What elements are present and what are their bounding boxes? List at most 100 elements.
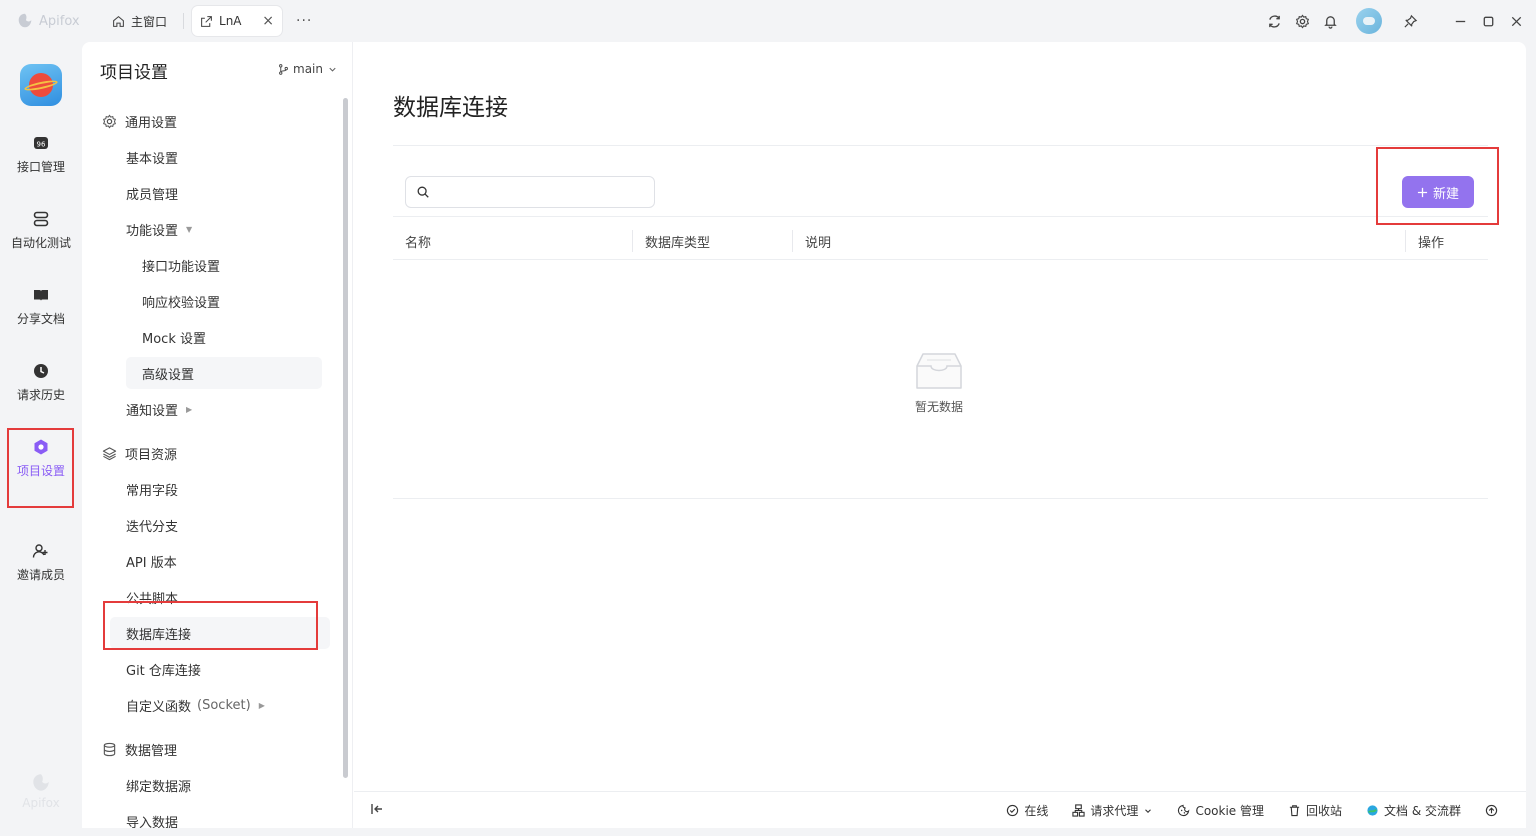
menu-item-mock[interactable]: Mock 设置 <box>142 321 206 353</box>
tab-close-icon[interactable]: × <box>262 13 274 29</box>
nav-footer-label: Apifox <box>22 796 60 810</box>
menu-item-iteration-branch[interactable]: 迭代分支 <box>126 509 178 541</box>
menu-item-api-version[interactable]: API 版本 <box>126 545 177 577</box>
nav-item-share-docs[interactable]: 分享文档 <box>0 286 82 327</box>
pin-icon[interactable] <box>1396 7 1424 35</box>
column-separator[interactable] <box>792 230 793 252</box>
content-panel: 项目设置 main 通用设置 基本设置 成员管理 功能设置 ▼ 接口功能设置 响应… <box>82 42 1526 828</box>
collapse-sidebar-icon[interactable] <box>370 802 384 816</box>
close-icon[interactable] <box>1502 7 1530 35</box>
arrow-up-circle-icon <box>1485 804 1498 817</box>
menu-item-common-fields[interactable]: 常用字段 <box>126 473 178 505</box>
group-label: 项目资源 <box>125 448 178 463</box>
nav-item-automation[interactable]: 自动化测试 <box>0 210 82 251</box>
apifox-logo-icon <box>18 13 32 28</box>
clock-icon <box>34 364 48 378</box>
layers-icon <box>102 447 117 461</box>
status-cookie[interactable]: Cookie 管理 <box>1177 802 1264 819</box>
maximize-icon[interactable] <box>1474 7 1502 35</box>
check-circle-icon <box>1007 804 1019 817</box>
menu-item-api-features[interactable]: 接口功能设置 <box>142 249 220 281</box>
avatar[interactable] <box>1356 8 1382 34</box>
nav-item-label: 邀请成员 <box>16 568 65 582</box>
menu-item-bind-datasource[interactable]: 绑定数据源 <box>126 769 191 801</box>
menu-item-label: 成员管理 <box>126 187 179 203</box>
menu-item-label: 接口功能设置 <box>142 259 221 275</box>
status-upload[interactable] <box>1485 804 1498 817</box>
window-controls <box>1260 0 1536 42</box>
divider <box>393 498 1488 499</box>
search-icon <box>417 186 429 198</box>
column-separator[interactable] <box>632 230 633 252</box>
annotation-box-menu <box>103 601 318 650</box>
column-header-description: 说明 <box>805 236 832 251</box>
invite-user-icon <box>32 544 48 558</box>
settings-scrollbar[interactable] <box>343 98 348 778</box>
menu-item-members[interactable]: 成员管理 <box>126 177 178 209</box>
nav-item-label: 请求历史 <box>16 388 65 402</box>
menu-item-label: 绑定数据源 <box>126 779 192 795</box>
status-proxy[interactable]: 请求代理 <box>1072 802 1153 819</box>
column-header-name: 名称 <box>405 236 432 251</box>
search-box[interactable] <box>405 176 655 208</box>
menu-item-advanced[interactable]: 高级设置 <box>126 357 322 389</box>
branch-selector[interactable]: main <box>278 62 338 76</box>
tab-more-icon[interactable]: ··· <box>296 13 312 29</box>
column-header-db-type: 数据库类型 <box>645 236 711 251</box>
page-title: 数据库连接 <box>393 95 508 121</box>
nav-footer-brand: Apifox <box>0 772 82 810</box>
menu-item-response-validation[interactable]: 响应校验设置 <box>142 285 220 317</box>
menu-item-label: 通知设置 <box>126 403 179 419</box>
annotation-box-nav <box>7 428 74 508</box>
nav-item-api[interactable]: 96 接口管理 <box>0 134 82 175</box>
menu-item-git-connection[interactable]: Git 仓库连接 <box>126 653 201 685</box>
menu-item-basic[interactable]: 基本设置 <box>126 141 178 173</box>
minimize-icon[interactable] <box>1446 7 1474 35</box>
menu-item-custom-functions[interactable]: 自定义函数 (Socket) ▶ <box>126 689 265 721</box>
group-label: 通用设置 <box>125 116 178 131</box>
tab-home[interactable]: 主窗口 <box>104 6 175 36</box>
apifox-logo-icon <box>33 774 49 791</box>
git-branch-icon <box>279 63 288 75</box>
tab-project[interactable]: LnA × <box>192 6 283 36</box>
menu-item-import-data[interactable]: 导入数据 <box>126 805 178 829</box>
refresh-icon[interactable] <box>1260 7 1288 35</box>
divider <box>393 216 1488 217</box>
group-resources: 项目资源 <box>102 444 177 463</box>
status-recycle[interactable]: 回收站 <box>1288 802 1342 819</box>
bell-icon[interactable] <box>1316 7 1344 35</box>
expand-down-icon: ▼ <box>186 224 193 234</box>
status-docs[interactable]: 文档 & 交流群 <box>1366 802 1461 819</box>
empty-state: 暂无数据 <box>904 350 974 415</box>
status-online[interactable]: 在线 <box>1006 802 1048 819</box>
status-bar: 在线 请求代理 Cookie 管理 回收站 文档 & 交流群 <box>354 791 1526 828</box>
menu-item-label: 常用字段 <box>126 483 179 499</box>
api-icon: 96 <box>34 137 48 149</box>
settings-icon[interactable] <box>1288 7 1316 35</box>
group-data-management: 数据管理 <box>102 740 177 759</box>
divider <box>393 259 1488 260</box>
menu-item-label: API 版本 <box>126 555 177 571</box>
nav-item-label: 自动化测试 <box>10 236 71 250</box>
proxy-icon <box>1072 804 1086 817</box>
divider <box>393 145 1488 146</box>
main-content: 数据库连接 新建 名称 数据库类型 说明 操作 暂无数据 在线 请求代理 Coo… <box>354 42 1526 828</box>
tab-project-label: LnA <box>219 14 242 28</box>
status-label: 在线 <box>1024 804 1049 818</box>
menu-item-notifications[interactable]: 通知设置 ▶ <box>126 393 192 425</box>
menu-item-label: 高级设置 <box>142 367 195 383</box>
chevron-down-icon <box>329 67 336 72</box>
nav-item-invite[interactable]: 邀请成员 <box>0 542 82 583</box>
home-icon <box>113 15 124 27</box>
search-input[interactable] <box>438 184 654 200</box>
chevron-down-icon <box>1145 808 1152 813</box>
nav-item-history[interactable]: 请求历史 <box>0 362 82 403</box>
project-logo[interactable] <box>20 64 62 106</box>
brand-name: Apifox <box>39 13 80 29</box>
status-label: Cookie 管理 <box>1195 804 1264 818</box>
column-separator[interactable] <box>1405 230 1406 252</box>
settings-sidebar: 项目设置 main 通用设置 基本设置 成员管理 功能设置 ▼ 接口功能设置 响应… <box>82 42 353 828</box>
menu-item-label: 响应校验设置 <box>142 295 221 311</box>
menu-item-features[interactable]: 功能设置 ▼ <box>126 213 192 245</box>
group-general: 通用设置 <box>102 112 177 131</box>
